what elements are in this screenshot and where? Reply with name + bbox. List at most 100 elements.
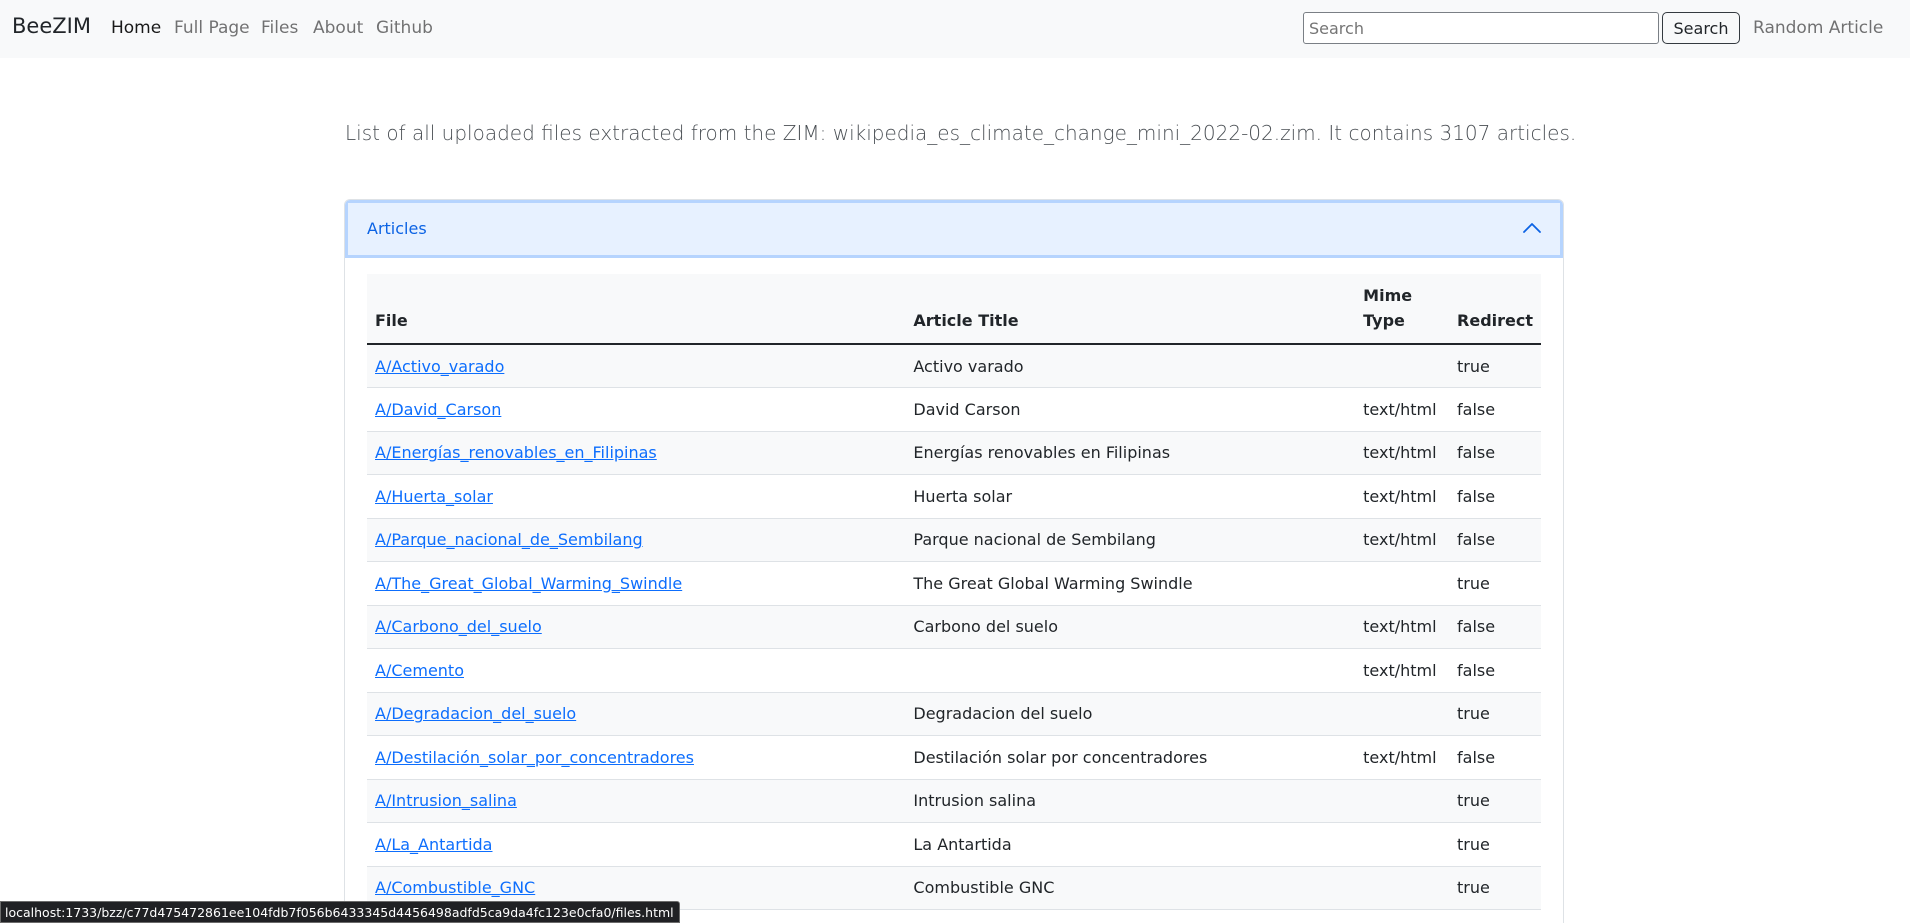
article-title-cell: Energías renovables en Filipinas bbox=[905, 431, 1356, 475]
file-cell: A/Carbono_del_suelo bbox=[367, 605, 906, 649]
article-title-cell: Activo varado bbox=[905, 344, 1356, 388]
files-table-wrapper: File Article Title Mime Type Redirect A/… bbox=[367, 274, 1541, 923]
file-cell: A/La_Antartida bbox=[367, 822, 906, 867]
lead-text: List of all uploaded files extracted fro… bbox=[345, 121, 1577, 145]
file-cell: A/David_Carson bbox=[367, 387, 906, 432]
column-header-redirect[interactable]: Redirect bbox=[1449, 274, 1541, 345]
chevron-up-icon bbox=[1523, 223, 1541, 233]
mime-type-cell bbox=[1355, 909, 1450, 923]
table-row: A/David_Carson David Carson text/html false bbox=[367, 387, 1541, 432]
files-table: File Article Title Mime Type Redirect A/… bbox=[367, 274, 1541, 923]
article-title-cell bbox=[905, 648, 1356, 693]
redirect-cell: false bbox=[1449, 648, 1541, 693]
table-row: A/La_Antartida La Antartida true bbox=[367, 822, 1541, 867]
file-link[interactable]: A/Intrusion_salina bbox=[375, 791, 517, 810]
mime-type-cell: text/html bbox=[1355, 431, 1450, 475]
table-row: A/Cemento text/html false bbox=[367, 648, 1541, 693]
mime-type-cell: text/html bbox=[1355, 648, 1450, 693]
table-row: A/Intrusion_salina Intrusion salina true bbox=[367, 779, 1541, 823]
file-link[interactable]: A/Cemento bbox=[375, 661, 464, 680]
mime-type-cell bbox=[1355, 866, 1450, 910]
file-cell: A/Cemento bbox=[367, 648, 906, 693]
file-cell: A/Destilación_solar_por_concentradores bbox=[367, 735, 906, 780]
file-cell: A/Energías_renovables_en_Filipinas bbox=[367, 431, 906, 475]
redirect-cell: false bbox=[1449, 735, 1541, 780]
redirect-cell: false bbox=[1449, 518, 1541, 562]
table-row: A/Parque_nacional_de_Sembilang Parque nac… bbox=[367, 518, 1541, 562]
article-title-cell: Intrusion salina bbox=[905, 779, 1356, 823]
table-row: A/Activo_varado Activo varado true bbox=[367, 344, 1541, 388]
file-cell: A/The_Great_Global_Warming_Swindle bbox=[367, 561, 906, 606]
file-link[interactable]: A/Huerta_solar bbox=[375, 487, 493, 506]
random-article-link[interactable]: Random Article bbox=[1753, 18, 1883, 38]
file-link[interactable]: A/The_Great_Global_Warming_Swindle bbox=[375, 574, 682, 593]
table-row: A/The_Great_Global_Warming_Swindle The Gr… bbox=[367, 561, 1541, 606]
nav-files-link[interactable]: Files bbox=[261, 18, 298, 38]
file-cell: A/Degradacion_del_suelo bbox=[367, 692, 906, 736]
nav-github-link[interactable]: Github bbox=[376, 18, 433, 38]
article-title-cell: David Carson bbox=[905, 387, 1356, 432]
file-link[interactable]: A/Degradacion_del_suelo bbox=[375, 704, 576, 723]
redirect-cell: true bbox=[1449, 822, 1541, 867]
nav-full-page-link[interactable]: Full Page bbox=[174, 18, 250, 38]
file-link[interactable]: A/La_Antartida bbox=[375, 835, 492, 854]
table-row: A/Carbono_del_suelo Carbono del suelo text… bbox=[367, 605, 1541, 649]
article-title-cell: Degradacion del suelo bbox=[905, 692, 1356, 736]
file-cell: A/Activo_varado bbox=[367, 344, 906, 388]
mime-type-cell: text/html bbox=[1355, 474, 1450, 519]
redirect-cell: false bbox=[1449, 431, 1541, 475]
table-row: A/Degradacion_del_suelo Degradacion del s… bbox=[367, 692, 1541, 736]
file-link[interactable]: A/Energías_renovables_en_Filipinas bbox=[375, 443, 657, 462]
redirect-cell: false bbox=[1449, 387, 1541, 432]
mime-type-cell: text/html bbox=[1355, 387, 1450, 432]
file-cell: A/Parque_nacional_de_Sembilang bbox=[367, 518, 906, 562]
article-title-cell: La Antartida bbox=[905, 822, 1356, 867]
redirect-cell bbox=[1449, 909, 1541, 923]
table-row: A/Destilación_solar_por_concentradores De… bbox=[367, 735, 1541, 780]
mime-type-cell bbox=[1355, 692, 1450, 736]
redirect-cell: true bbox=[1449, 561, 1541, 606]
mime-type-cell: text/html bbox=[1355, 605, 1450, 649]
mime-type-cell: text/html bbox=[1355, 518, 1450, 562]
redirect-cell: true bbox=[1449, 692, 1541, 736]
articles-accordion: Articles File Article Title Mime Type Re… bbox=[344, 199, 1564, 923]
mime-type-cell bbox=[1355, 822, 1450, 867]
mime-type-cell bbox=[1355, 779, 1450, 823]
file-link[interactable]: A/David_Carson bbox=[375, 400, 501, 419]
redirect-cell: true bbox=[1449, 866, 1541, 910]
navbar: BeeZIM Home Full Page Files About Github… bbox=[0, 0, 1910, 58]
table-row: A/Energías_renovables_en_Filipinas Energí… bbox=[367, 431, 1541, 475]
redirect-cell: true bbox=[1449, 779, 1541, 823]
file-link[interactable]: A/Activo_varado bbox=[375, 357, 504, 376]
article-title-cell: Parque nacional de Sembilang bbox=[905, 518, 1356, 562]
mime-type-cell bbox=[1355, 561, 1450, 606]
status-bar-url: localhost:1733/bzz/c77d475472861ee104fdb… bbox=[0, 901, 680, 923]
article-title-cell: Destilación solar por concentradores bbox=[905, 735, 1356, 780]
table-body: A/Activo_varado Activo varado true A/David_… bbox=[367, 344, 1541, 923]
file-link[interactable]: A/Carbono_del_suelo bbox=[375, 617, 542, 636]
file-link[interactable]: A/Parque_nacional_de_Sembilang bbox=[375, 530, 643, 549]
nav-home-link[interactable]: Home bbox=[111, 18, 161, 38]
article-title-cell: Combustible GNC bbox=[905, 866, 1356, 910]
brand-link[interactable]: BeeZIM bbox=[12, 14, 91, 38]
search-input[interactable] bbox=[1303, 12, 1659, 44]
accordion-title: Articles bbox=[367, 219, 427, 238]
nav-about-link[interactable]: About bbox=[313, 18, 363, 38]
mime-type-cell bbox=[1355, 344, 1450, 388]
article-title-cell: Carbono del suelo bbox=[905, 605, 1356, 649]
mime-type-cell: text/html bbox=[1355, 735, 1450, 780]
table-row: A/Huerta_solar Huerta solar text/html false bbox=[367, 474, 1541, 519]
article-title-cell: Huerta solar bbox=[905, 474, 1356, 519]
column-header-mime-type[interactable]: Mime Type bbox=[1355, 274, 1450, 345]
file-cell: A/Huerta_solar bbox=[367, 474, 906, 519]
file-link[interactable]: A/Combustible_GNC bbox=[375, 878, 535, 897]
article-title-cell bbox=[905, 909, 1356, 923]
column-header-article-title[interactable]: Article Title bbox=[905, 274, 1356, 345]
redirect-cell: false bbox=[1449, 474, 1541, 519]
search-button[interactable]: Search bbox=[1662, 12, 1740, 44]
table-header-row: File Article Title Mime Type Redirect bbox=[367, 274, 1541, 345]
file-link[interactable]: A/Destilación_solar_por_concentradores bbox=[375, 748, 694, 767]
column-header-file[interactable]: File bbox=[367, 274, 906, 345]
article-title-cell: The Great Global Warming Swindle bbox=[905, 561, 1356, 606]
accordion-header-button[interactable]: Articles bbox=[345, 200, 1563, 258]
